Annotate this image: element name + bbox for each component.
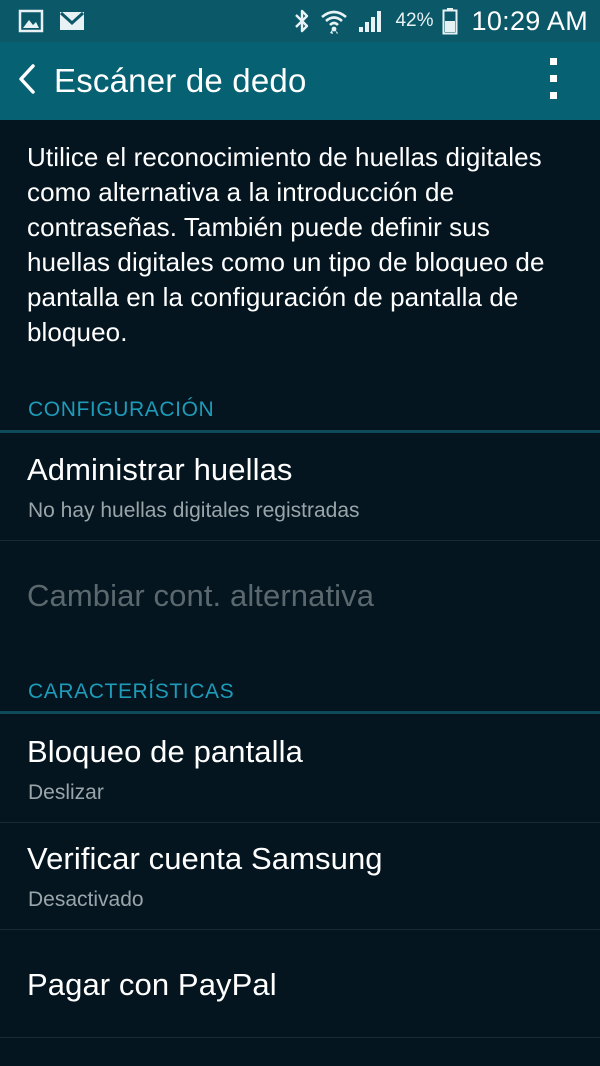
section-divider — [0, 711, 600, 714]
verify-samsung-account-item[interactable]: Verificar cuenta Samsung Desactivado — [0, 823, 600, 929]
pay-with-paypal-item[interactable]: Pagar con PayPal — [0, 930, 600, 1037]
wifi-icon — [319, 7, 349, 35]
item-subtitle: Desactivado — [28, 888, 144, 911]
section-label: CARACTERÍSTICAS — [28, 680, 235, 703]
page-title: Escáner de dedo — [54, 62, 307, 99]
manage-fingerprints-item[interactable]: Administrar huellas No hay huellas digit… — [0, 438, 600, 540]
list-divider — [0, 1037, 600, 1038]
clock: 10:29 AM — [471, 5, 588, 36]
section-header-configuracion: CONFIGURACIÓN — [0, 395, 600, 435]
item-title: Verificar cuenta Samsung — [27, 841, 383, 876]
app-bar: Escáner de dedo — [0, 42, 600, 120]
item-subtitle: No hay huellas digitales registradas — [28, 499, 360, 522]
status-bar: 42% 10:29 AM — [0, 0, 600, 42]
item-title: Bloqueo de pantalla — [27, 734, 303, 769]
gmail-icon — [58, 10, 86, 32]
chevron-left-icon — [16, 62, 38, 101]
item-title: Administrar huellas — [27, 452, 293, 487]
section-divider — [0, 430, 600, 433]
screen-lock-item[interactable]: Bloqueo de pantalla Deslizar — [0, 719, 600, 822]
gallery-icon — [18, 9, 44, 33]
notification-icons — [0, 9, 86, 33]
item-title: Pagar con PayPal — [27, 967, 277, 1002]
item-subtitle: Deslizar — [28, 781, 104, 804]
item-title: Cambiar cont. alternativa — [27, 578, 375, 613]
overflow-menu-icon — [549, 57, 559, 106]
overflow-menu-button[interactable] — [526, 42, 582, 120]
system-status-icons: 42% 10:29 AM — [293, 6, 600, 37]
signal-icon — [357, 9, 385, 33]
section-label: CONFIGURACIÓN — [28, 398, 215, 421]
change-alt-password-item[interactable]: Cambiar cont. alternativa — [0, 541, 600, 651]
battery-icon — [442, 7, 458, 35]
battery-percent: 42% — [395, 10, 434, 31]
bluetooth-icon — [293, 8, 311, 34]
back-button[interactable] — [2, 42, 52, 120]
section-header-caracteristicas: CARACTERÍSTICAS — [0, 676, 600, 716]
description-text: Utilice el reconocimiento de huellas dig… — [27, 142, 545, 347]
